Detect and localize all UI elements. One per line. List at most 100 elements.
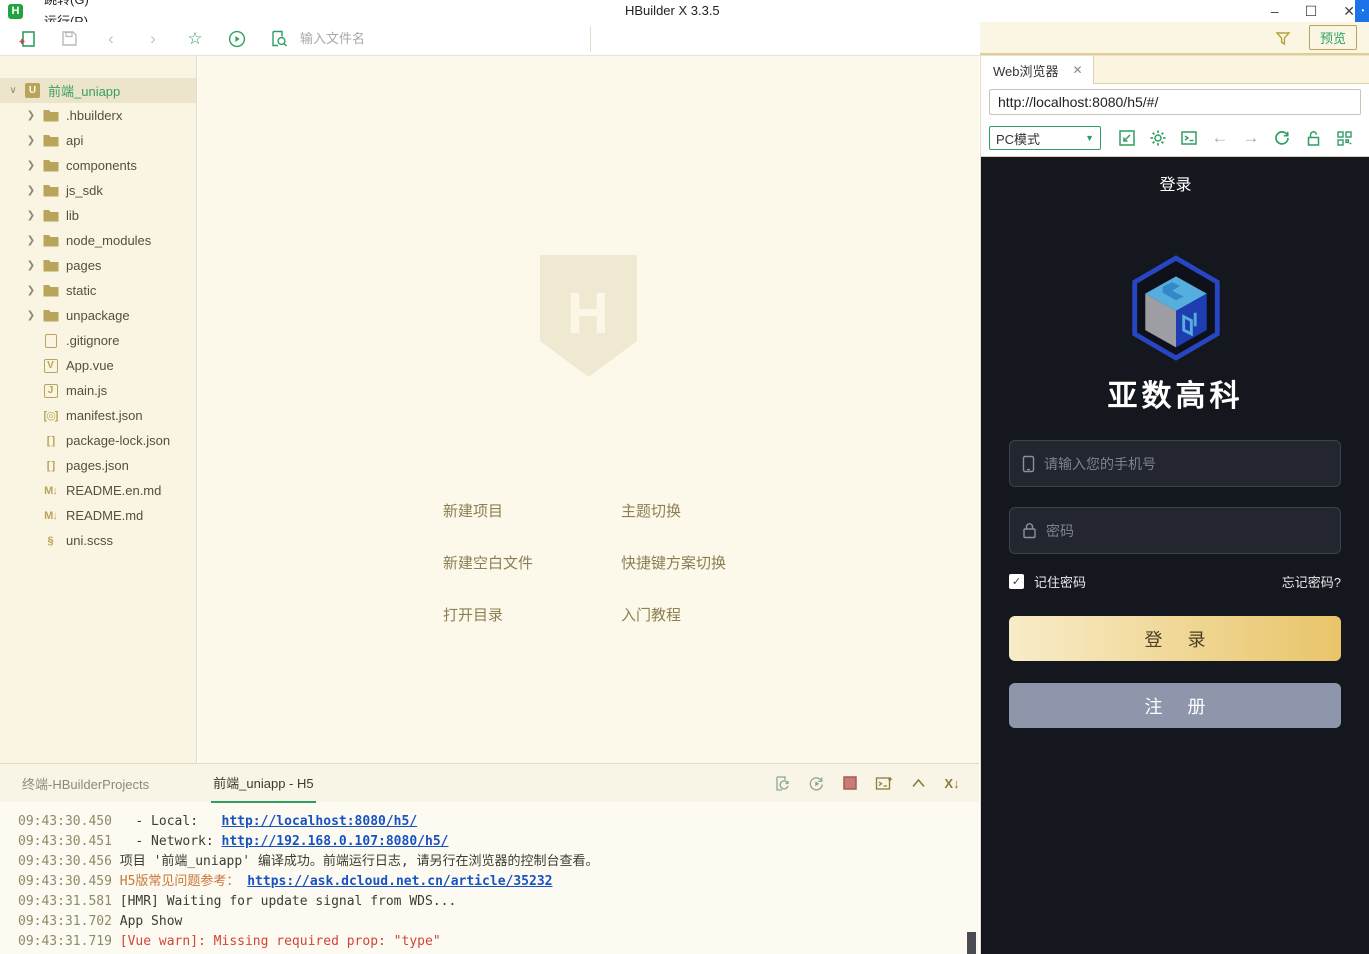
- file-search-input[interactable]: [300, 31, 530, 46]
- tab-web-browser[interactable]: Web浏览器 ✕: [981, 56, 1094, 84]
- vue-icon: V: [42, 358, 59, 374]
- back-button[interactable]: ‹: [96, 25, 126, 53]
- tree-item-label: lib: [66, 208, 79, 223]
- window-controls: – ☐ ✕: [1271, 0, 1355, 22]
- tree-item-file-pages-json[interactable]: [ ]pages.json: [0, 453, 196, 478]
- chevron-down-icon[interactable]: ∨: [8, 85, 18, 96]
- overlay-app-icon[interactable]: ◔: [1355, 0, 1369, 22]
- chevron-right-icon[interactable]: ❯: [26, 210, 36, 221]
- tree-item-folder-node-modules[interactable]: ❯node_modules: [0, 228, 196, 253]
- chevron-right-icon[interactable]: ❯: [26, 260, 36, 271]
- menu-item-goto[interactable]: 跳转(G): [33, 0, 100, 11]
- console-text: - Local:: [112, 814, 222, 829]
- tree-item-file-readme-md[interactable]: M↓README.md: [0, 503, 196, 528]
- console-icon[interactable]: [1178, 127, 1200, 149]
- chevron-right-icon[interactable]: ❯: [26, 110, 36, 121]
- maximize-button[interactable]: ☐: [1305, 3, 1318, 20]
- tree-item-folder-components[interactable]: ❯components: [0, 153, 196, 178]
- console-text: 项目 '前端_uniapp' 编译成功。前端运行日志, 请另行在浏览器的控制台查…: [112, 854, 599, 869]
- folder-icon: [42, 283, 59, 299]
- chevron-right-icon[interactable]: ❯: [26, 185, 36, 196]
- console-text: 09:43:30.459: [18, 874, 112, 889]
- run-button[interactable]: [222, 25, 252, 53]
- tree-item-folder-lib[interactable]: ❯ lib: [0, 203, 196, 228]
- tree-item-file-manifest-json[interactable]: [◎]manifest.json: [0, 403, 196, 428]
- chevron-right-icon[interactable]: ❯: [26, 285, 36, 296]
- main-toolbar: ‹ › ☆ 预览: [0, 22, 1369, 56]
- clear-console-icon[interactable]: [773, 774, 791, 792]
- remember-checkbox[interactable]: ✓: [1009, 574, 1024, 589]
- forgot-password-link[interactable]: 忘记密码?: [1282, 572, 1341, 591]
- new-file-button[interactable]: [12, 25, 42, 53]
- phone-input-box[interactable]: [1009, 440, 1341, 487]
- file-search-icon[interactable]: [264, 25, 294, 53]
- quick-link-new-blank-file[interactable]: 新建空白文件: [443, 552, 621, 573]
- tree-item-folder-unpackage[interactable]: ❯unpackage: [0, 303, 196, 328]
- refresh-icon[interactable]: [1271, 127, 1293, 149]
- tree-item-folder-js-sdk[interactable]: ❯js_sdk: [0, 178, 196, 203]
- quick-link-shortcut-scheme-switch[interactable]: 快捷键方案切换: [621, 552, 726, 573]
- tree-item-file-uni-scss[interactable]: §uni.scss: [0, 528, 196, 553]
- nav-back-icon[interactable]: ←: [1209, 127, 1231, 149]
- tree-item-folder-pages[interactable]: ❯pages: [0, 253, 196, 278]
- tree-item-project-root[interactable]: ∨U前端_uniapp: [0, 78, 196, 103]
- tree-item-label: static: [66, 283, 96, 298]
- chevron-right-icon[interactable]: ❯: [26, 235, 36, 246]
- phone-input[interactable]: [1044, 456, 1304, 472]
- lock-icon[interactable]: [1302, 127, 1324, 149]
- login-button[interactable]: 登 录: [1009, 616, 1341, 661]
- console-link[interactable]: https://ask.dcloud.net.cn/article/35232: [247, 874, 552, 889]
- console-scrollbar[interactable]: [967, 932, 976, 954]
- console-line: 09:43:30.451 - Network: http://192.168.0…: [18, 832, 979, 852]
- terminal-tab-qianduan-uniapp-h5[interactable]: 前端_uniapp - H5: [211, 764, 315, 803]
- filter-funnel-icon[interactable]: [1275, 30, 1291, 46]
- collapse-panel-icon[interactable]: [909, 774, 927, 792]
- console-link[interactable]: http://localhost:8080/h5/: [222, 814, 418, 829]
- stop-icon[interactable]: [841, 774, 859, 792]
- quick-link-theme-switch[interactable]: 主题切换: [621, 500, 726, 521]
- tab-close-icon[interactable]: ✕: [1073, 63, 1083, 77]
- terminal-tab-terminal-hbuilderprojects[interactable]: 终端-HBuilderProjects: [20, 765, 151, 802]
- chevron-right-icon[interactable]: ❯: [26, 160, 36, 171]
- url-input[interactable]: [989, 89, 1361, 115]
- quick-link-open-directory[interactable]: 打开目录: [443, 604, 621, 625]
- favorite-star-icon[interactable]: ☆: [180, 25, 210, 53]
- close-terminal-icon[interactable]: X↓: [943, 774, 961, 792]
- tree-item-file-app-vue[interactable]: VApp.vue: [0, 353, 196, 378]
- device-mode-select[interactable]: PC模式 ▼: [989, 126, 1101, 150]
- settings-gear-icon[interactable]: [1147, 127, 1169, 149]
- save-button[interactable]: [54, 25, 84, 53]
- tree-item-file-package-lock-json[interactable]: [ ]package-lock.json: [0, 428, 196, 453]
- quick-link-new-project[interactable]: 新建项目: [443, 500, 621, 521]
- console-text: 09:43:31.719: [18, 934, 112, 949]
- password-input[interactable]: [1046, 523, 1306, 539]
- console-line: 09:43:30.456 项目 '前端_uniapp' 编译成功。前端运行日志,…: [18, 852, 979, 872]
- console-text: 09:43:30.451: [18, 834, 112, 849]
- folder-icon: [42, 108, 59, 124]
- password-input-box[interactable]: [1009, 507, 1341, 554]
- restart-icon[interactable]: [807, 774, 825, 792]
- tree-item-folder-static[interactable]: ❯ static: [0, 278, 196, 303]
- quick-link-getting-started[interactable]: 入门教程: [621, 604, 726, 625]
- preview-tab-button[interactable]: 预览: [1309, 25, 1357, 50]
- nav-forward-icon[interactable]: →: [1240, 127, 1262, 149]
- tree-item-file-readme-en-md[interactable]: M↓README.en.md: [0, 478, 196, 503]
- new-terminal-icon[interactable]: [875, 774, 893, 792]
- qr-code-icon[interactable]: [1333, 127, 1355, 149]
- forward-button[interactable]: ›: [138, 25, 168, 53]
- console-line: 09:43:30.459 H5版常见问题参考： https://ask.dclo…: [18, 872, 979, 892]
- close-button[interactable]: ✕: [1343, 3, 1355, 20]
- tree-item-label: manifest.json: [66, 408, 143, 423]
- tree-item-folder-api[interactable]: ❯api: [0, 128, 196, 153]
- app-preview-viewport: 登录 亚数高科 ✓: [981, 156, 1369, 954]
- register-button[interactable]: 注 册: [1009, 683, 1341, 728]
- chevron-right-icon[interactable]: ❯: [26, 135, 36, 146]
- console-link[interactable]: http://192.168.0.107:8080/h5/: [222, 834, 449, 849]
- lock-icon: [1022, 522, 1037, 539]
- open-in-window-icon[interactable]: [1116, 127, 1138, 149]
- tree-item-file-gitignore[interactable]: .gitignore: [0, 328, 196, 353]
- tree-item-folder-hbuilderx[interactable]: ❯.hbuilderx: [0, 103, 196, 128]
- chevron-right-icon[interactable]: ❯: [26, 310, 36, 321]
- minimize-button[interactable]: –: [1271, 3, 1279, 19]
- tree-item-file-main-js[interactable]: Jmain.js: [0, 378, 196, 403]
